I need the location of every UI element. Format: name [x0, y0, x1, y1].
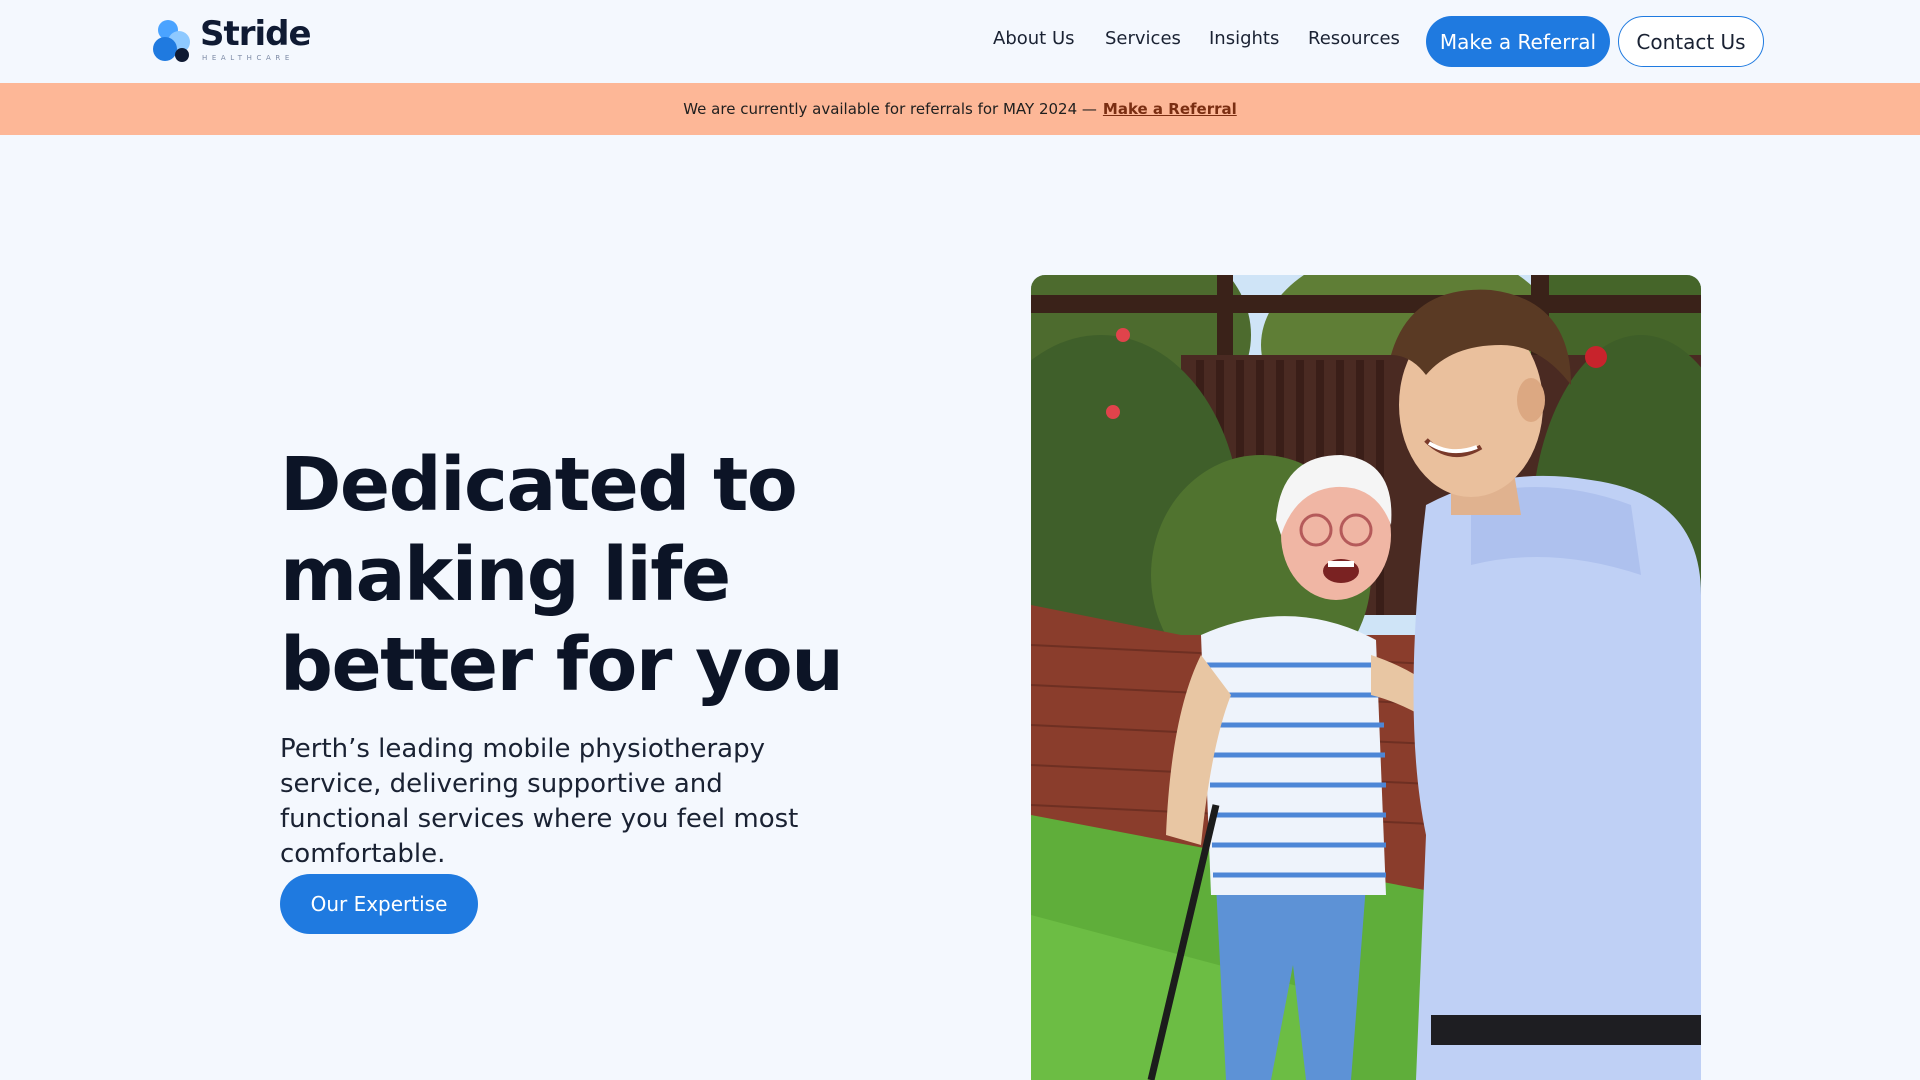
hero-subtitle: Perth’s leading mobile physiotherapy ser…: [280, 734, 799, 869]
nav-about-us[interactable]: About Us: [993, 28, 1075, 49]
make-referral-button[interactable]: Make a Referral: [1426, 16, 1610, 67]
site-header: Stride HEALTHCARE About Us Services Insi…: [0, 0, 1920, 83]
logo[interactable]: Stride HEALTHCARE: [152, 14, 312, 66]
photo-elderly-woman-and-physiotherapist-icon: [1031, 275, 1701, 1080]
nav-services[interactable]: Services: [1105, 28, 1181, 49]
our-expertise-button[interactable]: Our Expertise: [280, 874, 478, 934]
logo-wordmark: Stride: [200, 14, 312, 54]
nav-resources[interactable]: Resources: [1308, 28, 1400, 49]
hero-photo: [1031, 275, 1701, 1080]
nav-insights[interactable]: Insights: [1209, 28, 1279, 49]
hero-title: Dedicated to making life better for you: [280, 442, 844, 708]
announcement-text: We are currently available for referrals…: [683, 100, 1097, 118]
announcement-referral-link[interactable]: Make a Referral: [1103, 100, 1237, 118]
contact-us-button[interactable]: Contact Us: [1618, 16, 1764, 67]
announcement-bar: We are currently available for referrals…: [0, 83, 1920, 135]
logo-tagline: HEALTHCARE: [202, 54, 294, 62]
logo-mark-icon: [153, 20, 190, 62]
